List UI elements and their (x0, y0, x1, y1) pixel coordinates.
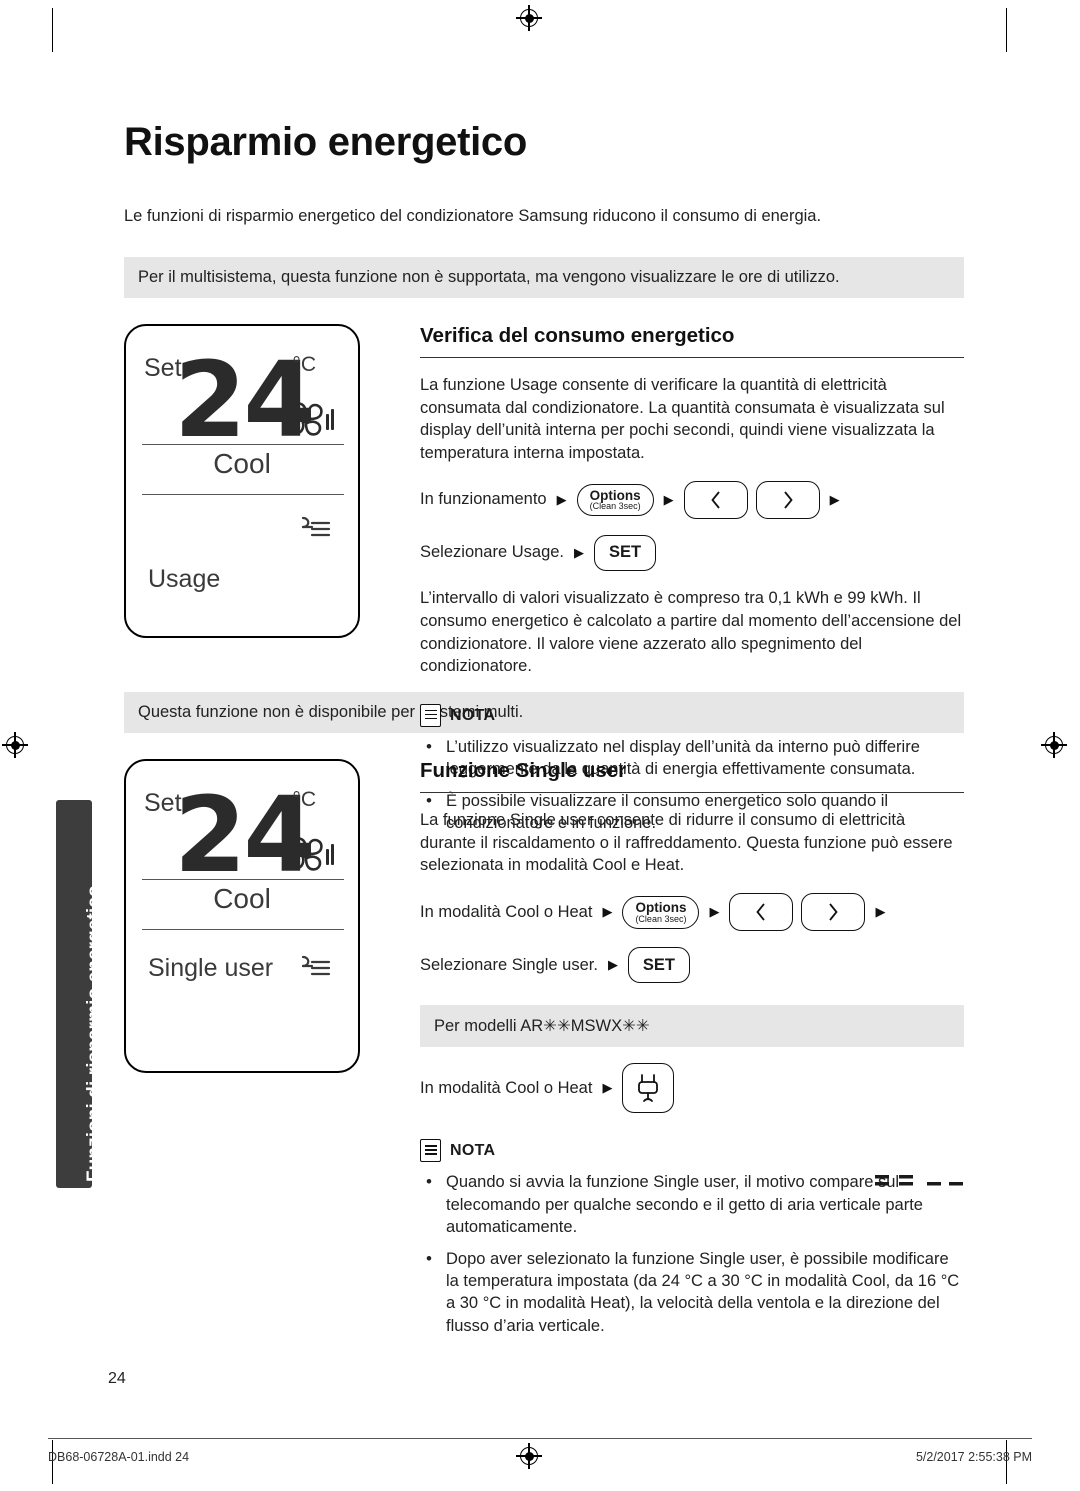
left-button[interactable] (683, 480, 748, 519)
left-button[interactable] (729, 893, 794, 932)
registration-mark-right (1041, 732, 1067, 758)
arrow-icon: ▶ (607, 957, 618, 973)
section2-note-label: NOTA (450, 1141, 496, 1159)
arrow-icon: ▶ (829, 491, 840, 507)
note-icon (420, 1139, 441, 1163)
section2-models-bar: Per modelli AR✳✳MSWX✳✳ (420, 1005, 964, 1048)
fan-icon (284, 394, 340, 449)
arrow-icon: ▶ (602, 1080, 613, 1096)
manual-page: Funzioni di risparmio energetico Risparm… (0, 0, 1080, 1491)
list-item: Quando si avvia la funzione Single user,… (420, 1170, 964, 1238)
section1-step2-label: Selezionare Usage. (420, 543, 565, 562)
section2-step2-label: Selezionare Single user. (420, 955, 598, 974)
section1-body: Set 24 °C Cool Usage Verifica del consum… (124, 323, 964, 832)
section2-paragraph: La funzione Single user consente di ridu… (420, 810, 953, 875)
intro-paragraph: Le funzioni di risparmio energetico del … (124, 207, 822, 225)
footer-file-info: DB68-06728A-01.indd 24 (48, 1450, 190, 1464)
section2-heading: Funzione Single user (420, 759, 964, 793)
section1-note-label: NOTA (450, 706, 496, 724)
note-icon (420, 704, 441, 728)
arrow-icon: ▶ (875, 904, 886, 920)
airflow-icon (296, 953, 336, 988)
chevron-left-icon (756, 903, 766, 921)
footer-timestamp: 5/2/2017 2:55:38 PM (915, 1450, 1032, 1464)
fan-icon (284, 829, 340, 884)
chapter-side-tab-label: Funzioni di risparmio energetico (84, 885, 105, 1182)
page-content: Risparmio energetico Le funzioni di risp… (124, 120, 964, 1335)
section1-note-header: NOTA (420, 704, 964, 728)
options-button-label: Options (589, 487, 641, 503)
section2-step-2: Selezionare Single user. ▶ SET (420, 947, 964, 984)
section1-paragraph-2: L’intervallo di valori visualizzato è co… (420, 588, 962, 676)
list-item: Dopo aver selezionato la funzione Single… (420, 1247, 964, 1338)
arrow-icon: ▶ (709, 904, 720, 920)
section2-step-3: In modalità Cool o Heat ▶ (420, 1063, 964, 1114)
section2-step3-label: In modalità Cool o Heat (420, 1078, 593, 1097)
section2-body: Set 24 °C Cool Single user Funzione Sing… (124, 758, 964, 1335)
chevron-right-icon (783, 491, 793, 509)
chevron-left-icon (710, 491, 720, 509)
segment-pattern-icon (875, 1175, 963, 1186)
section2-step1-label: In modalità Cool o Heat (420, 902, 593, 921)
page-number: 24 (108, 1370, 126, 1387)
display-function-label: Single user (148, 953, 274, 982)
section1-step1-label: In funzionamento (420, 490, 547, 509)
section2-note-header: NOTA (420, 1139, 964, 1163)
display-unit: °C (292, 787, 316, 811)
display-illustration-single-user: Set 24 °C Cool Single user (124, 758, 360, 1073)
section2-text-column: Funzione Single user La funzione Single … (420, 759, 964, 1337)
set-button[interactable]: SET (627, 947, 690, 984)
plug-icon (638, 1074, 659, 1103)
single-user-button[interactable] (622, 1063, 675, 1114)
crop-mark-top-right-v (1006, 8, 1007, 52)
options-button-sublabel: (Clean 3sec) (635, 913, 687, 924)
registration-mark-top (516, 5, 542, 31)
section2-note1-text: Quando si avvia la funzione Single user,… (446, 1173, 923, 1237)
section1-step-1: In funzionamento ▶ Options (Clean 3sec) … (420, 480, 964, 519)
right-button[interactable] (801, 893, 866, 932)
crop-mark-top-left-v (52, 8, 53, 52)
footer-divider (48, 1438, 1032, 1439)
airflow-icon (296, 514, 336, 549)
arrow-icon: ▶ (663, 491, 674, 507)
registration-mark-left (2, 732, 28, 758)
arrow-icon: ▶ (574, 544, 585, 560)
chevron-right-icon (829, 903, 839, 921)
arrow-icon: ▶ (602, 904, 613, 920)
arrow-icon: ▶ (556, 491, 567, 507)
options-button[interactable]: Options (Clean 3sec) (622, 895, 700, 929)
options-button-sublabel: (Clean 3sec) (589, 501, 641, 512)
display-illustration-usage: Set 24 °C Cool Usage (124, 323, 360, 638)
display-mode: Cool (213, 882, 271, 914)
section1-paragraph: La funzione Usage consente di verificare… (420, 375, 945, 463)
display-function-label: Usage (148, 564, 221, 593)
options-button-label: Options (635, 899, 687, 915)
options-button[interactable]: Options (Clean 3sec) (576, 483, 654, 517)
display-unit: °C (292, 352, 316, 376)
chapter-side-tab: Funzioni di risparmio energetico (56, 800, 105, 1188)
display-mode: Cool (213, 447, 271, 479)
set-button[interactable]: SET (594, 534, 657, 571)
section2-step-1: In modalità Cool o Heat ▶ Options (Clean… (420, 893, 964, 932)
section1-step-2: Selezionare Usage. ▶ SET (420, 534, 964, 571)
registration-mark-bottom (516, 1443, 542, 1469)
page-title: Risparmio energetico (124, 120, 528, 164)
section1-heading: Verifica del consumo energetico (420, 324, 964, 358)
section1-notice-bar: Per il multisistema, questa funzione non… (124, 256, 964, 298)
right-button[interactable] (755, 480, 820, 519)
section2-notes-list: Quando si avvia la funzione Single user,… (420, 1170, 964, 1338)
